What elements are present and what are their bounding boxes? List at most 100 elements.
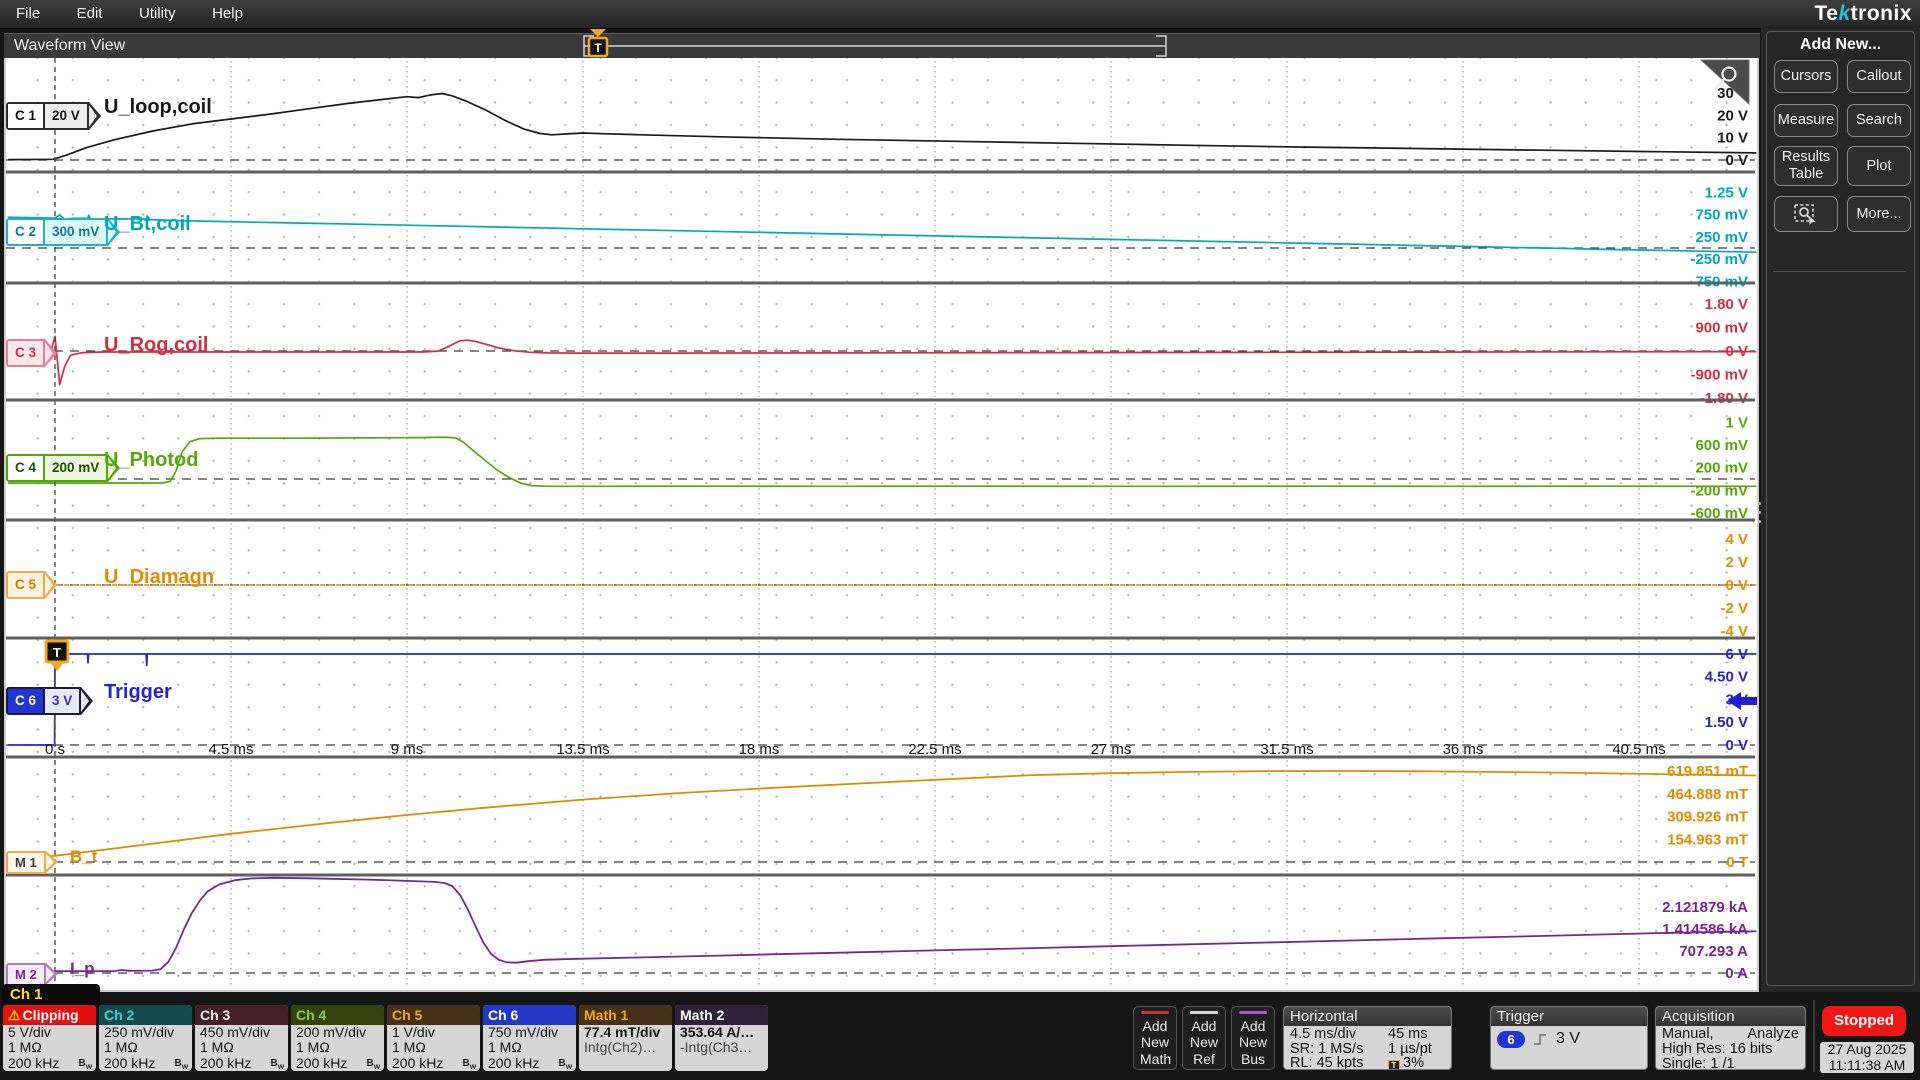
- waveform-trace-C2: [8, 215, 1756, 252]
- slice-separator[interactable]: [6, 399, 1755, 402]
- scope-badge-ch-5[interactable]: Ch 51 V/div1 MΩ200 kHzBw: [387, 1005, 480, 1071]
- horizontal-row: RL: 45 kptsT3%: [1290, 1056, 1445, 1070]
- menu-edit[interactable]: Edit: [77, 0, 103, 22]
- slice-separator[interactable]: [6, 637, 1755, 640]
- scope-badge-math-1[interactable]: Math 177.4 mT/divIntg(Ch2)…: [579, 1005, 672, 1071]
- scope-badge-clipping[interactable]: ⚠Clipping5 V/div1 MΩ200 kHzBw: [3, 1005, 96, 1071]
- scope-badge-row: 200 kHzBw: [99, 1056, 192, 1071]
- axis-tick-label-C1: 20 V: [1717, 107, 1748, 124]
- waveform-plot-area[interactable]: 30 V20 V10 V0 V1.25 V750 mV250 mV-250 mV…: [4, 58, 1759, 992]
- time-axis-label: 27 ms: [1091, 741, 1132, 758]
- channel-badge-C6[interactable]: C 63 V: [6, 687, 81, 711]
- zoom-select-button[interactable]: [1774, 196, 1838, 232]
- trigger-panel-title: Trigger: [1491, 1007, 1647, 1026]
- stopped-status-button[interactable]: Stopped: [1822, 1006, 1906, 1036]
- add-new-header: Add New...: [1761, 36, 1920, 54]
- channel-badge-M1[interactable]: M 1: [6, 851, 46, 875]
- more-button[interactable]: More...: [1847, 196, 1911, 232]
- time-axis-label: 31.5 ms: [1260, 741, 1313, 758]
- add-new-ref-button[interactable]: Add New Ref: [1182, 1006, 1226, 1070]
- time-axis-label: 18 ms: [739, 741, 780, 758]
- search-button[interactable]: Search: [1847, 104, 1911, 137]
- channel-badge-C4[interactable]: C 4200 mV: [6, 454, 108, 478]
- horizontal-row: SR: 1 MS/s1 µs/pt: [1290, 1042, 1445, 1057]
- scope-badge-header: Math 2: [675, 1005, 768, 1025]
- channel-badge-C3[interactable]: C 3: [6, 339, 45, 363]
- bottom-status-bar: Ch 1 ⚠Clipping5 V/div1 MΩ200 kHzBwCh 225…: [0, 992, 1920, 1080]
- channel-1-tab[interactable]: Ch 1: [2, 984, 100, 1005]
- channel-badge-C1[interactable]: C 120 V: [6, 102, 89, 126]
- horizontal-value: 1 µs/pt: [1388, 1042, 1432, 1057]
- scope-badge-math-2[interactable]: Math 2353.64 A/…-Intg(Ch3…: [675, 1005, 768, 1071]
- scope-badge-ch-3[interactable]: Ch 3450 mV/div1 MΩ200 kHzBw: [195, 1005, 288, 1071]
- scope-badge-row: [675, 1056, 768, 1071]
- axis-tick-label-C5: 2 V: [1725, 554, 1748, 571]
- acquisition-panel[interactable]: Acquisition Manual,Analyze High Res: 16 …: [1655, 1006, 1806, 1070]
- add-new-math-button[interactable]: Add New Math: [1133, 1006, 1177, 1070]
- acq-single: Single: 1 /1: [1662, 1057, 1799, 1070]
- trigger-level-value: 3 V: [1556, 1030, 1580, 1048]
- trigger-panel[interactable]: Trigger 6 3 V: [1490, 1006, 1648, 1070]
- plot-button[interactable]: Plot: [1847, 146, 1911, 186]
- axis-tick-label-C2: 1.25 V: [1705, 184, 1748, 201]
- axis-tick-label-C4: 1 V: [1725, 415, 1748, 432]
- horizontal-panel-title: Horizontal: [1284, 1007, 1451, 1026]
- results-table-button[interactable]: Results Table: [1774, 146, 1838, 186]
- menu-file[interactable]: File: [16, 0, 40, 22]
- scope-badge-row: 1 MΩ: [483, 1040, 576, 1055]
- horizontal-panel[interactable]: Horizontal 4.5 ms/div45 msSR: 1 MS/s1 µs…: [1283, 1006, 1452, 1070]
- menu-utility[interactable]: Utility: [139, 0, 176, 22]
- horizontal-value: T3%: [1388, 1056, 1424, 1070]
- slice-separator[interactable]: [6, 874, 1755, 877]
- scope-badge-header: Ch 6: [483, 1005, 576, 1025]
- menu-bar: File Edit Utility Help Tektronix: [0, 0, 1920, 29]
- bandwidth-limit-icon: Bw: [79, 1056, 92, 1071]
- scope-badge-row: 353.64 A/…: [675, 1025, 768, 1040]
- acq-analyze: Analyze: [1747, 1027, 1799, 1042]
- waveform-canvas[interactable]: 30 V20 V10 V0 V1.25 V750 mV250 mV-250 mV…: [6, 58, 1757, 990]
- badge-cell: C 4: [8, 456, 43, 480]
- axis-tick-label-M1: 154.963 mT: [1667, 831, 1748, 848]
- axis-tick-label-M2: 2.121879 kA: [1662, 899, 1748, 916]
- time-axis-label: 40.5 ms: [1612, 741, 1665, 758]
- axis-tick-label-C6: 6 V: [1725, 646, 1748, 663]
- callout-button[interactable]: Callout: [1847, 60, 1911, 93]
- slice-separator[interactable]: [6, 171, 1755, 174]
- scope-badge-row: 200 mV/div: [291, 1025, 384, 1040]
- add-new-bus-button[interactable]: Add New Bus: [1231, 1006, 1275, 1070]
- trigger-source-pill: 6: [1497, 1031, 1525, 1048]
- channel-badge-C2[interactable]: C 2300 mV: [6, 218, 108, 242]
- bus-color-line: [1239, 1011, 1267, 1014]
- scope-badge-header: Ch 2: [99, 1005, 192, 1025]
- axis-tick-label-C2: -250 mV: [1690, 251, 1748, 268]
- scope-badge-header: Ch 4: [291, 1005, 384, 1025]
- bandwidth-limit-icon: Bw: [367, 1056, 380, 1071]
- axis-tick-label-C5: 4 V: [1725, 531, 1748, 548]
- waveform-trace-M1: [8, 771, 1756, 858]
- oscilloscope-app: { "menu": {"items": ["File", "Edit", "Ut…: [0, 0, 1920, 1080]
- time-axis-label: 9 ms: [391, 741, 424, 758]
- tektronix-logo: Tektronix: [1815, 2, 1912, 26]
- badge-cell: 200 mV: [43, 456, 106, 480]
- channel-badge-C5[interactable]: C 5: [6, 571, 45, 595]
- slice-separator[interactable]: [6, 756, 1755, 759]
- scope-badge-row: -Intg(Ch3…: [675, 1040, 768, 1055]
- scope-badge-header: ⚠Clipping: [3, 1005, 96, 1025]
- scope-badge-ch-4[interactable]: Ch 4200 mV/div1 MΩ200 kHzBw: [291, 1005, 384, 1071]
- scope-badge-ch-2[interactable]: Ch 2250 mV/div1 MΩ200 kHzBw: [99, 1005, 192, 1071]
- slice-separator[interactable]: [6, 282, 1755, 285]
- scope-badge-ch-6[interactable]: Ch 6750 mV/div1 MΩ200 kHzBw: [483, 1005, 576, 1071]
- axis-tick-label-M1: 0 T: [1726, 854, 1748, 871]
- menu-help[interactable]: Help: [212, 0, 243, 22]
- waveform-trace-C3: [8, 336, 1756, 384]
- axis-tick-label-C6: 1.50 V: [1705, 714, 1748, 731]
- record-view-bar[interactable]: T: [570, 28, 1180, 58]
- date: 27 Aug 2025: [1820, 1042, 1914, 1058]
- axis-tick-label-C3: -900 mV: [1690, 366, 1748, 383]
- horizontal-row: 4.5 ms/div45 ms: [1290, 1027, 1445, 1042]
- badge-cell: M 1: [8, 853, 44, 872]
- statusbar-divider: [1813, 1000, 1815, 1072]
- measure-button[interactable]: Measure: [1774, 104, 1838, 137]
- cursors-button[interactable]: Cursors: [1774, 60, 1838, 93]
- slice-separator[interactable]: [6, 519, 1755, 522]
